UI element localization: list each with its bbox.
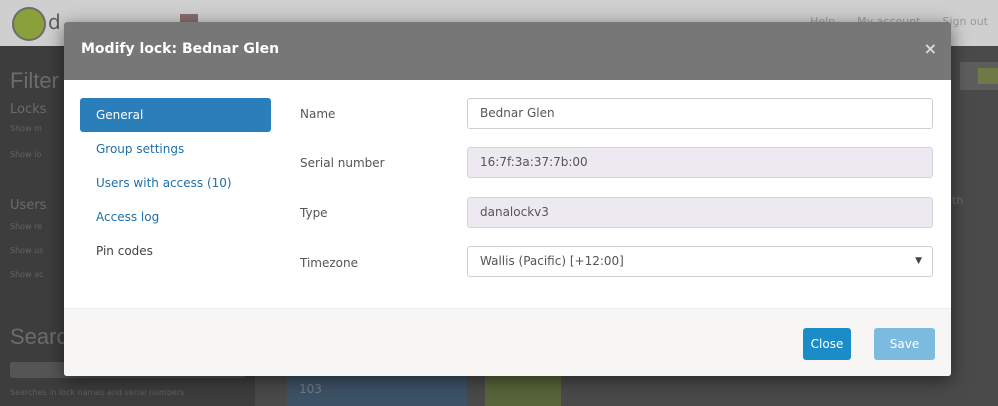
modal-body: General Group settings Users with access… (64, 80, 951, 308)
close-button[interactable]: Close (803, 328, 851, 360)
timezone-value: Wallis (Pacific) [+12:00] (480, 254, 624, 268)
caret-down-icon: ▼ (915, 256, 922, 266)
timezone-label: Timezone (300, 256, 358, 270)
serial-number-field: 16:7f:3a:37:7b:00 (467, 147, 933, 178)
search-hint: Searches in lock names and serial number… (10, 388, 185, 397)
column-fragment: th (952, 194, 964, 207)
locks-row-2[interactable]: Show lo (10, 150, 41, 159)
close-icon[interactable]: × (924, 39, 937, 58)
tab-group-settings[interactable]: Group settings (80, 132, 271, 166)
users-row-1[interactable]: Show re (10, 222, 42, 231)
timezone-select[interactable]: Wallis (Pacific) [+12:00] ▼ (467, 246, 933, 277)
modify-lock-modal: Modify lock: Bednar Glen × General Group… (64, 22, 951, 376)
name-field[interactable]: Bednar Glen (467, 98, 933, 129)
locks-heading: Locks (10, 102, 47, 117)
locks-row-1[interactable]: Show m (10, 124, 42, 133)
users-heading: Users (10, 198, 47, 213)
lock-card-label: 103 (299, 382, 322, 396)
type-field: danalockv3 (467, 197, 933, 228)
modal-footer: Close Save (64, 308, 951, 376)
type-label: Type (300, 206, 328, 220)
tab-users-with-access[interactable]: Users with access (10) (80, 166, 271, 200)
logo: d (48, 10, 62, 34)
modal-title: Modify lock: Bednar Glen (81, 41, 280, 57)
home-card[interactable] (485, 372, 561, 406)
settings-tabs: General Group settings Users with access… (80, 98, 271, 268)
serial-number-label: Serial number (300, 156, 385, 170)
name-label: Name (300, 107, 336, 121)
tab-general[interactable]: General (80, 98, 271, 132)
modal-header: Modify lock: Bednar Glen × (64, 22, 951, 80)
status-indicator (978, 68, 998, 84)
lock-card[interactable]: 103 (287, 372, 467, 406)
logo-icon (12, 7, 46, 41)
users-row-3[interactable]: Show ac (10, 270, 43, 279)
tab-pin-codes[interactable]: Pin codes (80, 234, 271, 268)
tab-access-log[interactable]: Access log (80, 200, 271, 234)
save-button[interactable]: Save (874, 328, 935, 360)
filter-heading: Filter (10, 68, 59, 93)
users-row-2[interactable]: Show us (10, 246, 43, 255)
